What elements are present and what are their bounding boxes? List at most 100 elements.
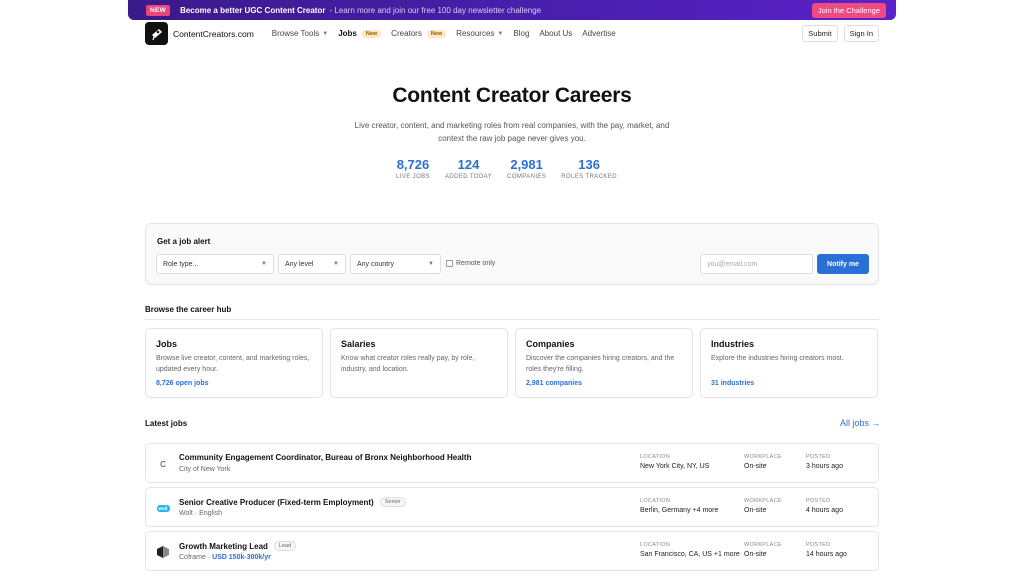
card-title: Companies <box>526 339 575 349</box>
nav-label: Resources <box>456 29 495 38</box>
meta-label: POSTED <box>806 542 831 548</box>
job-row[interactable]: wolt Senior Creative Producer (Fixed-ter… <box>145 487 879 527</box>
job-row[interactable]: C Community Engagement Coordinator, Bure… <box>145 443 879 483</box>
stat-roles-tracked: 136 ROLES TRACKED <box>561 157 617 180</box>
job-workplace: WORKPLACE On-site <box>744 454 782 470</box>
level-badge: Lead <box>273 541 297 551</box>
meta-value: New York City, NY, US <box>640 463 710 470</box>
job-location: LOCATION New York City, NY, US <box>640 454 709 470</box>
promo-banner: NEW Become a better UGC Content Creator … <box>128 0 896 20</box>
stat-label: ROLES TRACKED <box>561 174 617 180</box>
select-value: Role type... <box>163 260 199 268</box>
new-badge: NEW <box>146 4 171 16</box>
company-name: Coframe · <box>179 554 213 561</box>
level-badge: Senior <box>379 497 406 507</box>
coframe-logo-icon <box>157 546 169 558</box>
job-workplace: WORKPLACE On-site <box>744 542 782 558</box>
meta-label: POSTED <box>806 454 831 460</box>
join-challenge-button[interactable]: Join the Challenge <box>811 2 886 18</box>
notify-me-button[interactable]: Notify me <box>817 254 869 274</box>
nav-advertise[interactable]: Advertise <box>582 29 615 38</box>
job-workplace: WORKPLACE On-site <box>744 498 782 514</box>
card-link[interactable]: 2,981 companies <box>526 380 582 387</box>
top-nav: ContentCreators.com Browse Tools ▼ Jobs Ne… <box>145 22 879 45</box>
job-posted: POSTED 4 hours ago <box>806 498 843 514</box>
card-description: Explore the industries hiring creators m… <box>711 355 844 362</box>
card-link[interactable]: 8,726 open jobs <box>156 380 209 387</box>
nav-jobs[interactable]: Jobs New <box>338 29 382 38</box>
hub-card-companies[interactable]: Companies Discover the companies hiring … <box>515 328 693 398</box>
checkbox-box[interactable] <box>446 260 453 267</box>
meta-value: 4 hours ago <box>806 507 843 514</box>
meta-label: LOCATION <box>640 542 671 548</box>
card-link[interactable]: 31 industries <box>711 380 754 387</box>
country-select[interactable]: Any country ▼ <box>350 254 441 274</box>
meta-label: WORKPLACE <box>744 454 782 460</box>
nav-blog[interactable]: Blog <box>513 29 529 38</box>
hub-card-salaries[interactable]: Salaries Know what creator roles really … <box>330 328 508 398</box>
job-location: LOCATION Berlin, Germany +4 more <box>640 498 718 514</box>
remote-only-checkbox[interactable]: Remote only <box>446 260 495 267</box>
meta-value: 14 hours ago <box>806 551 847 558</box>
nav-creators[interactable]: Creators New <box>391 29 447 38</box>
banner-headline[interactable]: Become a better UGC Content Creator <box>180 6 325 15</box>
stat-live-jobs: 8,726 LIVE JOBS <box>396 157 430 180</box>
job-alert-title: Get a job alert <box>157 237 211 246</box>
job-title-text: Senior Creative Producer (Fixed-term Emp… <box>179 497 374 507</box>
meta-value: Berlin, Germany +4 more <box>640 507 719 514</box>
banner-subtext: - Learn more and join our free 100 day n… <box>329 5 542 15</box>
stat-value: 124 <box>457 157 480 172</box>
job-row[interactable]: Growth Marketing Lead Lead Coframe · USD… <box>145 531 879 571</box>
company-logo: C <box>160 459 166 469</box>
sign-in-button[interactable]: Sign In <box>843 25 879 42</box>
nav-about-us[interactable]: About Us <box>539 29 572 38</box>
job-company: Wolt · English <box>179 510 223 517</box>
meta-label: WORKPLACE <box>744 542 782 548</box>
nav-browse-tools[interactable]: Browse Tools ▼ <box>272 29 328 38</box>
chevron-down-icon: ▼ <box>322 30 329 37</box>
meta-label: WORKPLACE <box>744 498 782 504</box>
job-company: City of New York <box>179 466 231 473</box>
submit-button[interactable]: Submit <box>802 25 838 42</box>
job-location: LOCATION San Francisco, CA, US +1 more <box>640 542 740 558</box>
meta-label: POSTED <box>806 498 831 504</box>
meta-label: LOCATION <box>640 498 671 504</box>
card-title: Industries <box>711 339 755 349</box>
card-description: Discover the companies hiring creators, … <box>526 355 675 373</box>
nav-resources[interactable]: Resources ▼ <box>456 29 503 38</box>
stat-added-today: 124 ADDED TODAY <box>445 157 492 180</box>
section-divider <box>145 319 879 320</box>
role-type-select[interactable]: Role type... ▼ <box>156 254 274 274</box>
chevron-down-icon: ▼ <box>261 261 267 267</box>
stat-label: COMPANIES <box>507 174 547 180</box>
nav-label: Browse Tools <box>271 29 320 38</box>
all-jobs-link[interactable]: All jobs → <box>840 418 881 428</box>
brand-name[interactable]: ContentCreators.com <box>173 29 254 39</box>
job-title[interactable]: Growth Marketing Lead Lead <box>179 541 297 551</box>
site-logo[interactable] <box>145 22 168 45</box>
email-input[interactable]: you@email.com <box>700 254 813 274</box>
card-description: Know what creator roles really pay, by r… <box>341 355 475 373</box>
level-select[interactable]: Any level ▼ <box>278 254 346 274</box>
new-tag: New <box>361 29 382 38</box>
select-value: Any country <box>357 260 394 268</box>
meta-value: On-site <box>744 507 767 514</box>
stat-value: 2,981 <box>510 157 543 172</box>
hub-card-jobs[interactable]: Jobs Browse live creator, content, and m… <box>145 328 323 398</box>
job-title[interactable]: Community Engagement Coordinator, Bureau… <box>179 453 471 462</box>
new-tag: New <box>426 29 447 38</box>
salary-range: USD 150k-300k/yr <box>212 554 271 561</box>
chevron-down-icon: ▼ <box>497 30 504 37</box>
stat-companies: 2,981 COMPANIES <box>507 157 546 180</box>
career-hub-title: Browse the career hub <box>145 305 232 314</box>
checkbox-label: Remote only <box>456 260 496 267</box>
card-description: Browse live creator, content, and market… <box>156 355 310 373</box>
meta-value: On-site <box>744 463 767 470</box>
stat-value: 136 <box>578 157 600 172</box>
company-logo <box>155 544 171 560</box>
stat-label: LIVE JOBS <box>396 174 430 180</box>
company-logo: wolt <box>155 500 171 516</box>
job-posted: POSTED 14 hours ago <box>806 542 847 558</box>
hub-card-industries[interactable]: Industries Explore the industries hiring… <box>700 328 878 398</box>
job-title[interactable]: Senior Creative Producer (Fixed-term Emp… <box>179 497 406 507</box>
